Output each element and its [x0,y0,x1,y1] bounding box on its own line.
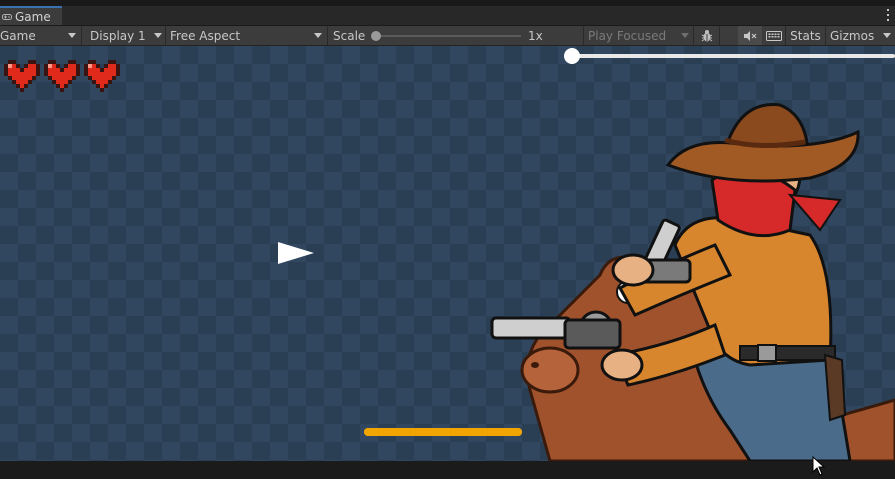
direction-arrow-icon [278,242,314,264]
aspect-label: Free Aspect [170,28,241,43]
scale-value: 1x [528,26,584,45]
bottom-strip [0,461,895,479]
more-options-icon[interactable] [887,9,891,21]
view-mode-label: Game [0,28,36,43]
mouse-cursor-icon [812,456,826,476]
chevron-down-icon [68,33,76,38]
gizmos-label: Gizmos [830,28,875,43]
chevron-down-icon [314,33,322,38]
progress-bar-fill [364,428,522,436]
display-dropdown[interactable]: Display 1 [82,26,166,45]
view-mode-dropdown[interactable]: Game [0,26,82,45]
display-label: Display 1 [90,28,146,43]
stats-button[interactable]: Stats [786,26,826,45]
tab-bar: Game [0,6,895,26]
mute-audio-icon[interactable] [738,26,762,45]
health-hearts [4,60,120,92]
game-slider-track[interactable] [572,54,895,58]
play-mode-dropdown[interactable]: Play Focused [584,26,694,45]
scale-label: Scale [333,28,366,43]
gizmos-dropdown[interactable]: Gizmos [826,26,895,45]
chevron-down-icon [883,33,891,38]
tab-label: Game [15,9,51,24]
progress-bar [364,428,522,436]
keyboard-icon[interactable] [762,26,786,45]
bug-icon[interactable] [694,26,720,45]
game-viewport[interactable] [0,46,895,461]
game-toolbar: Game Display 1 Free Aspect Scale 1x Play… [0,26,895,46]
aspect-dropdown[interactable]: Free Aspect [166,26,328,45]
tab-game[interactable]: Game [0,6,62,25]
heart-icon [84,60,120,92]
gamepad-icon [2,12,12,22]
heart-icon [4,60,40,92]
game-slider-handle[interactable] [564,48,580,64]
cowboy-on-horse-sprite [490,103,895,461]
chevron-down-icon [681,33,689,38]
scale-slider-handle[interactable] [371,31,381,41]
play-mode-label: Play Focused [588,28,667,43]
heart-icon [44,60,80,92]
scale-slider-track[interactable] [376,35,521,37]
chevron-down-icon [154,33,162,38]
